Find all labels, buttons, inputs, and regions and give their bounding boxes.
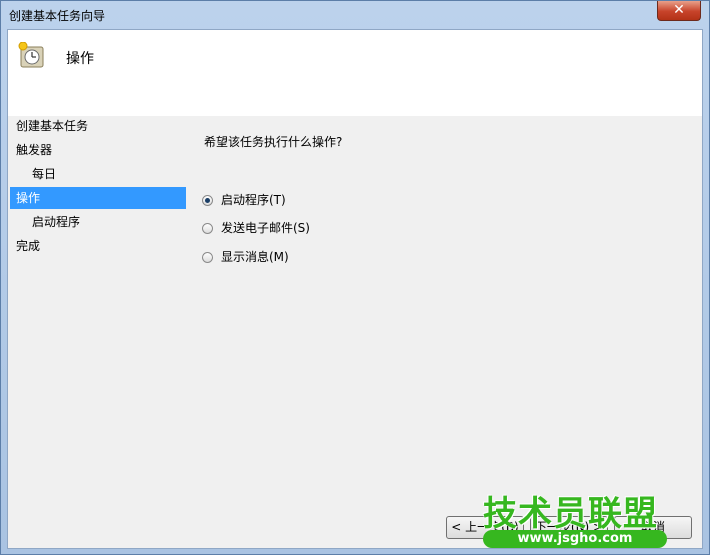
watermark-url: www.jsgho.com: [483, 530, 667, 548]
option-label: 发送电子邮件(S): [221, 221, 310, 235]
window-title: 创建基本任务向导: [9, 9, 106, 23]
close-icon: ✕: [673, 2, 685, 18]
close-button[interactable]: ✕: [657, 1, 701, 21]
nav-step-start-program[interactable]: 启动程序: [10, 211, 186, 233]
option-start-program[interactable]: 启动程序(T): [202, 191, 286, 209]
option-show-message[interactable]: 显示消息(M): [202, 248, 289, 266]
wizard-header: 操作: [8, 30, 702, 116]
nav-step-create-task[interactable]: 创建基本任务: [10, 115, 186, 137]
radio-send-email[interactable]: [202, 222, 213, 234]
nav-step-action[interactable]: 操作: [10, 187, 186, 209]
radio-start-program[interactable]: [202, 194, 213, 206]
option-label: 显示消息(M): [221, 250, 289, 264]
watermark-title: 技术员联盟: [483, 494, 658, 534]
radio-show-message[interactable]: [202, 251, 213, 263]
nav-step-daily[interactable]: 每日: [10, 163, 186, 185]
nav-step-finish[interactable]: 完成: [10, 235, 186, 257]
option-label: 启动程序(T): [221, 193, 286, 207]
page-title: 操作: [66, 51, 94, 67]
nav-step-trigger[interactable]: 触发器: [10, 139, 186, 161]
site-watermark: 技术员联盟 www.jsgho.com: [483, 486, 693, 550]
task-scheduler-clock-icon: [18, 42, 44, 68]
wizard-window: 创建基本任务向导 ✕ 操作 创建基本任务 触发器 每日 操作 启动程序 完成 希…: [0, 0, 710, 555]
option-send-email[interactable]: 发送电子邮件(S): [202, 219, 310, 237]
wizard-steps-nav: 创建基本任务 触发器 每日 操作 启动程序 完成: [8, 116, 188, 548]
wizard-client-area: 操作 创建基本任务 触发器 每日 操作 启动程序 完成 希望该任务执行什么操作?: [7, 29, 703, 549]
action-question: 希望该任务执行什么操作?: [204, 135, 343, 149]
title-bar[interactable]: 创建基本任务向导 ✕: [1, 1, 709, 29]
